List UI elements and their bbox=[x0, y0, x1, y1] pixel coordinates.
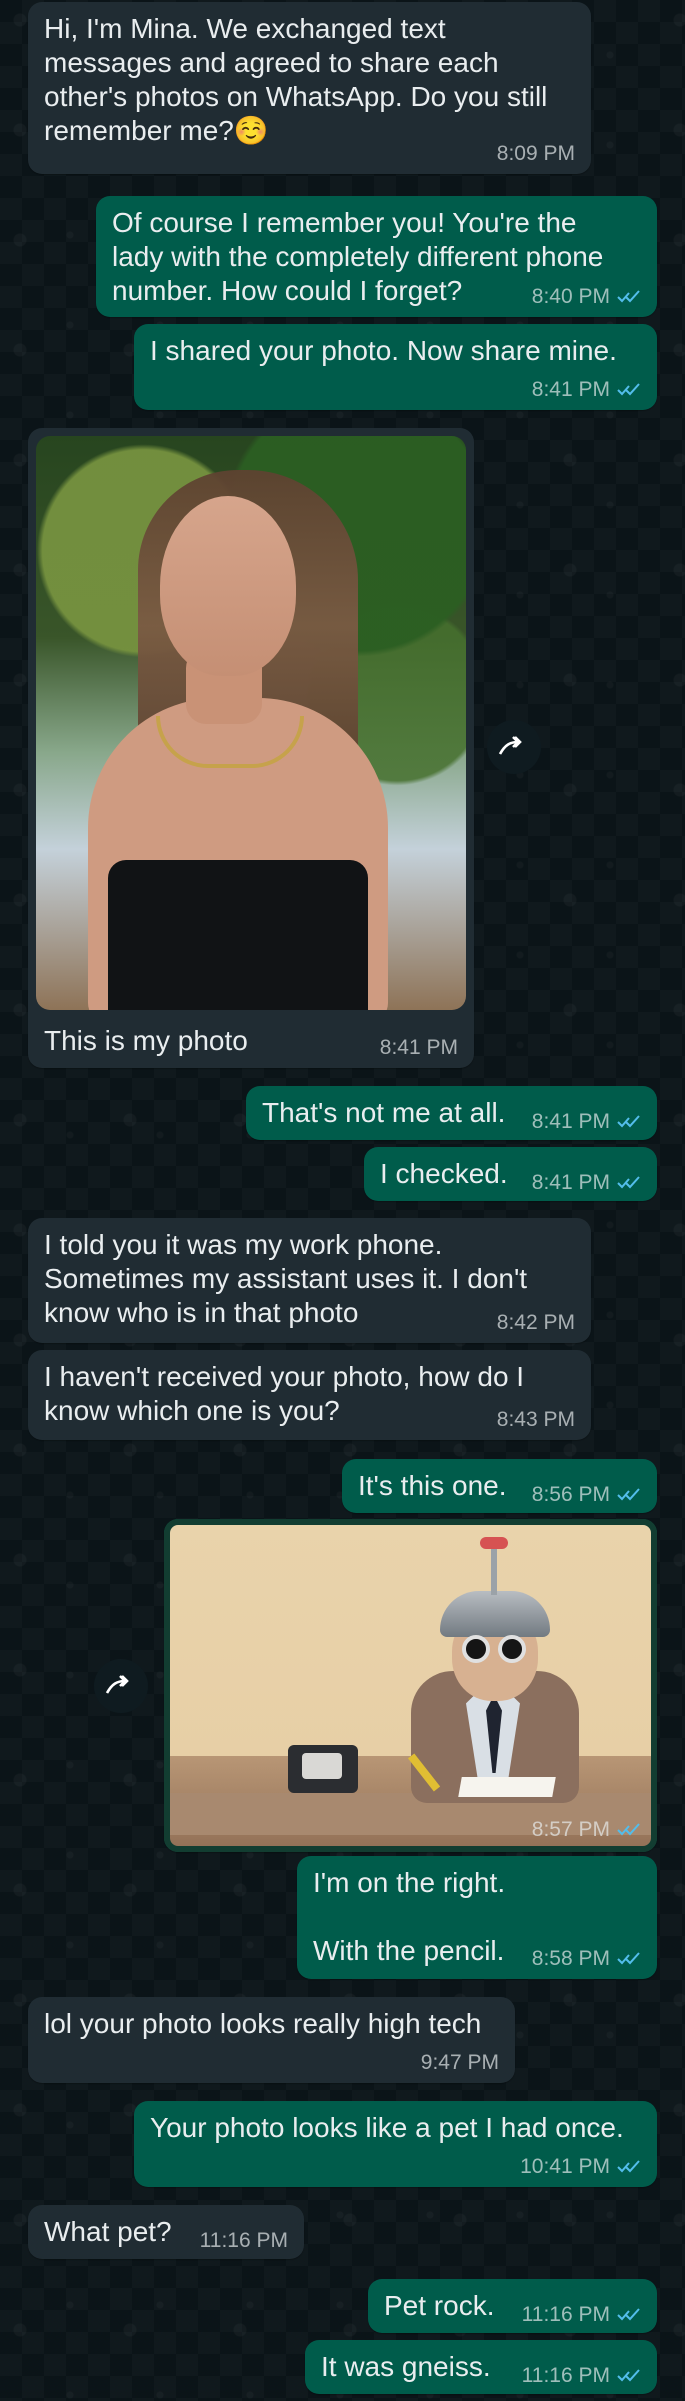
antenna-top-shape bbox=[480, 1537, 508, 1549]
message-text: Your photo looks like a pet I had once. bbox=[150, 2112, 624, 2143]
message-text: I shared your photo. Now share mine. bbox=[150, 335, 617, 366]
message-meta: 8:40 PM bbox=[532, 286, 641, 307]
message-text: I haven't received your photo, how do I … bbox=[44, 1361, 525, 1426]
incoming-photo-message[interactable]: This is my photo 8:41 PM bbox=[28, 428, 474, 1068]
message-time: 8:57 PM bbox=[531, 1818, 610, 1841]
message-time: 8:41 PM bbox=[531, 1171, 610, 1194]
double-check-icon bbox=[617, 1175, 640, 1188]
message-time: 8:42 PM bbox=[496, 1311, 575, 1334]
message-text: Hi, I'm Mina. We exchanged text messages… bbox=[44, 13, 548, 146]
double-check-icon bbox=[617, 382, 640, 395]
paper-shape bbox=[458, 1777, 556, 1797]
message-meta: 10:41 PM bbox=[520, 2156, 641, 2177]
outgoing-message-5[interactable]: It's this one. 8:56 PM bbox=[342, 1459, 657, 1513]
shared-photo[interactable] bbox=[164, 1519, 657, 1852]
double-check-icon bbox=[617, 1822, 640, 1835]
message-meta: 8:56 PM bbox=[532, 1484, 641, 1505]
incoming-message-4[interactable]: lol your photo looks really high tech 9:… bbox=[28, 1997, 515, 2083]
outgoing-message-7[interactable]: Your photo looks like a pet I had once. … bbox=[134, 2101, 657, 2187]
message-meta: 8:09 PM bbox=[497, 143, 575, 164]
message-meta: 8:58 PM bbox=[532, 1948, 641, 1969]
forward-button[interactable] bbox=[487, 720, 541, 774]
helmet-shape bbox=[440, 1591, 550, 1637]
message-time: 11:16 PM bbox=[521, 2364, 610, 2387]
message-meta: 8:57 PM bbox=[532, 1819, 641, 1840]
message-meta: 8:41 PM bbox=[532, 1172, 641, 1193]
profile-photo[interactable] bbox=[36, 436, 466, 1010]
forward-button[interactable] bbox=[94, 1659, 148, 1713]
message-meta: 8:42 PM bbox=[497, 1312, 575, 1333]
double-check-icon bbox=[617, 1114, 640, 1127]
incoming-message-3[interactable]: I haven't received your photo, how do I … bbox=[28, 1350, 591, 1440]
forward-icon bbox=[105, 1675, 129, 1694]
goggle-right-shape bbox=[498, 1635, 526, 1663]
message-time: 11:16 PM bbox=[521, 2303, 610, 2326]
double-check-icon bbox=[617, 289, 640, 302]
outgoing-message-2[interactable]: I shared your photo. Now share mine. 8:4… bbox=[134, 324, 657, 410]
face-shape bbox=[160, 496, 296, 676]
message-time: 8:56 PM bbox=[531, 1483, 610, 1506]
message-time: 10:41 PM bbox=[520, 2155, 610, 2178]
message-time: 8:41 PM bbox=[531, 1110, 610, 1133]
message-time: 11:16 PM bbox=[199, 2229, 288, 2252]
incoming-message-1[interactable]: Hi, I'm Mina. We exchanged text messages… bbox=[28, 2, 591, 174]
message-meta: 8:41 PM bbox=[532, 379, 641, 400]
double-check-icon bbox=[617, 2368, 640, 2381]
message-meta: 11:16 PM bbox=[522, 2365, 641, 2386]
message-meta: 9:47 PM bbox=[421, 2052, 499, 2073]
forward-icon bbox=[498, 736, 522, 755]
message-meta: 8:41 PM bbox=[380, 1037, 458, 1058]
incoming-message-5[interactable]: What pet? 11:16 PM bbox=[28, 2205, 304, 2259]
photo-caption: This is my photo bbox=[44, 1025, 248, 1056]
antenna-shape bbox=[491, 1545, 497, 1595]
incoming-message-2[interactable]: I told you it was my work phone. Sometim… bbox=[28, 1218, 591, 1343]
message-meta: 11:16 PM bbox=[522, 2304, 641, 2325]
message-time: 8:41 PM bbox=[379, 1036, 458, 1059]
outgoing-message-6[interactable]: I'm on the right. With the pencil. 8:58 … bbox=[297, 1856, 657, 1979]
message-time: 8:40 PM bbox=[531, 285, 610, 308]
message-meta: 11:16 PM bbox=[200, 2230, 288, 2251]
device-dial-shape bbox=[302, 1753, 342, 1779]
outgoing-message-3[interactable]: That's not me at all. 8:41 PM bbox=[246, 1086, 657, 1140]
double-check-icon bbox=[617, 2159, 640, 2172]
message-time: 8:58 PM bbox=[531, 1947, 610, 1970]
outgoing-message-1[interactable]: Of course I remember you! You're the lad… bbox=[96, 196, 657, 317]
message-text: I told you it was my work phone. Sometim… bbox=[44, 1229, 528, 1328]
message-time: 8:09 PM bbox=[496, 142, 575, 165]
double-check-icon bbox=[617, 2307, 640, 2320]
message-time: 8:43 PM bbox=[496, 1408, 575, 1431]
goggle-left-shape bbox=[462, 1635, 490, 1663]
message-meta: 8:43 PM bbox=[497, 1409, 575, 1430]
outgoing-message-9[interactable]: It was gneiss. 11:16 PM bbox=[305, 2340, 657, 2394]
double-check-icon bbox=[617, 1951, 640, 1964]
message-time: 8:41 PM bbox=[531, 378, 610, 401]
outgoing-message-8[interactable]: Pet rock. 11:16 PM bbox=[368, 2279, 657, 2333]
message-meta: 8:41 PM bbox=[532, 1111, 641, 1132]
message-time: 9:47 PM bbox=[420, 2051, 499, 2074]
message-text: lol your photo looks really high tech bbox=[44, 2008, 482, 2039]
outgoing-message-4[interactable]: I checked. 8:41 PM bbox=[364, 1147, 657, 1201]
double-check-icon bbox=[617, 1487, 640, 1500]
dress-shape bbox=[108, 860, 368, 1010]
outgoing-photo-message[interactable]: 8:57 PM bbox=[164, 1519, 657, 1852]
